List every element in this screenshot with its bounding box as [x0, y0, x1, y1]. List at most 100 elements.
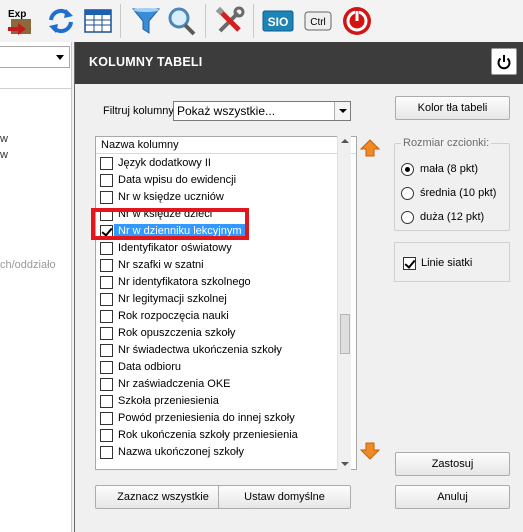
columns-dialog: KOLUMNY TABELI Filtruj kolumny: Pokaż ws… [74, 42, 523, 532]
background-dropdown[interactable] [0, 46, 70, 68]
column-label: Data odbioru [118, 361, 181, 373]
column-label: Nr w księdze uczniów [118, 191, 224, 203]
column-checkbox[interactable] [100, 259, 113, 272]
filter-label: Filtruj kolumny: [103, 105, 177, 117]
list-header: Nazwa kolumny [96, 137, 356, 154]
filter-button[interactable] [130, 5, 162, 37]
column-checkbox[interactable] [100, 327, 113, 340]
column-label: Nr legitymacji szkolnej [118, 293, 227, 305]
tools-button[interactable] [214, 5, 246, 37]
list-header-label: Nazwa kolumny [101, 139, 179, 151]
font-size-small-label: mała (8 pkt) [420, 163, 479, 175]
column-checkbox[interactable] [100, 174, 113, 187]
export-icon: Exp [8, 9, 31, 35]
column-list-item[interactable]: Nr szafki w szatni [98, 257, 338, 274]
export-button[interactable]: Exp [4, 5, 36, 37]
column-list-item[interactable]: Szkoła przeniesienia [98, 393, 338, 410]
column-checkbox[interactable] [100, 446, 113, 459]
column-list-item[interactable]: Nr w księdze dzieci [98, 206, 338, 223]
radio-small[interactable] [401, 163, 414, 176]
column-checkbox[interactable] [100, 310, 113, 323]
exit-button[interactable] [341, 5, 373, 37]
scroll-up-icon[interactable] [341, 139, 349, 143]
column-checkbox[interactable] [100, 361, 113, 374]
font-size-group-title: Rozmiar czcionki: [401, 137, 492, 149]
column-checkbox[interactable] [100, 412, 113, 425]
column-list-item[interactable]: Nr legitymacji szkolnej [98, 291, 338, 308]
column-checkbox[interactable] [100, 429, 113, 442]
column-label: Język dodatkowy II [118, 157, 211, 169]
column-list-scrollbar[interactable] [337, 136, 351, 470]
background-path: ch/oddziało [0, 259, 56, 271]
column-label: Nr szafki w szatni [118, 259, 204, 271]
gridlines-checkbox[interactable] [403, 257, 416, 270]
column-list-item[interactable]: Data odbioru [98, 359, 338, 376]
column-checkbox[interactable] [100, 242, 113, 255]
column-label: Nr świadectwa ukończenia szkoły [118, 344, 282, 356]
arrow-down-icon [360, 442, 380, 460]
column-label: Nr zaświadczenia OKE [118, 378, 231, 390]
export-label: Exp [8, 9, 26, 20]
move-down-button[interactable] [359, 440, 381, 462]
column-list-item[interactable]: Nazwa ukończonej szkoły [98, 444, 338, 461]
column-checkbox[interactable] [100, 378, 113, 391]
filter-icon [131, 8, 161, 34]
dialog-title: KOLUMNY TABELI [89, 55, 203, 69]
apply-button[interactable]: Zastosuj [395, 452, 510, 476]
sio-button[interactable]: SIO [262, 5, 294, 37]
column-label: Rok ukończenia szkoły przeniesienia [118, 429, 298, 441]
table-bg-color-button[interactable]: Kolor tła tabeli [395, 96, 510, 120]
column-label: Nr identyfikatora szkolnego [118, 276, 251, 288]
column-list-item[interactable]: Nr w dzienniku lekcyjnym [98, 223, 338, 240]
filter-dropdown[interactable]: Pokaż wszystkie... [173, 101, 351, 121]
column-label: Rok rozpoczęcia nauki [118, 310, 229, 322]
column-checkbox[interactable] [100, 395, 113, 408]
column-label: Identyfikator oświatowy [118, 242, 232, 254]
sio-label: SIO [268, 15, 289, 29]
refresh-button[interactable] [45, 5, 77, 37]
sio-icon: SIO [262, 10, 294, 32]
move-up-button[interactable] [359, 137, 381, 159]
select-all-button[interactable]: Zaznacz wszystkie [95, 485, 231, 509]
column-list-item[interactable]: Nr identyfikatora szkolnego [98, 274, 338, 291]
column-list-item[interactable]: Nr świadectwa ukończenia szkoły [98, 342, 338, 359]
column-list-item[interactable]: Język dodatkowy II [98, 155, 338, 172]
dialog-close-button[interactable] [491, 48, 517, 75]
radio-medium[interactable] [401, 187, 414, 200]
column-list: Nazwa kolumny Język dodatkowy II Data wpi… [95, 136, 357, 470]
table-button[interactable] [82, 5, 114, 37]
toolbar-separator [120, 4, 121, 38]
column-checkbox[interactable] [100, 344, 113, 357]
column-checkbox[interactable] [100, 208, 113, 221]
chevron-down-icon [334, 102, 350, 120]
table-icon [84, 9, 112, 33]
set-defaults-button[interactable]: Ustaw domyślne [218, 485, 351, 509]
filter-value: Pokaż wszystkie... [177, 104, 276, 118]
column-list-item[interactable]: Nr zaświadczenia OKE [98, 376, 338, 393]
scrollbar-thumb[interactable] [340, 314, 350, 354]
column-list-item[interactable]: Nr w księdze uczniów [98, 189, 338, 206]
column-checkbox[interactable] [100, 157, 113, 170]
column-label: Nr w księdze dzieci [118, 208, 213, 220]
column-list-item[interactable]: Rok opuszczenia szkoły [98, 325, 338, 342]
column-checkbox[interactable] [100, 293, 113, 306]
background-text: w [0, 149, 8, 161]
column-checkbox[interactable] [100, 276, 113, 289]
column-list-item[interactable]: Rok ukończenia szkoły przeniesienia [98, 427, 338, 444]
column-list-item[interactable]: Rok rozpoczęcia nauki [98, 308, 338, 325]
scroll-down-icon[interactable] [341, 462, 349, 466]
main-toolbar: Exp SIO Ctrl [0, 0, 523, 42]
arrow-up-icon [360, 139, 380, 157]
search-icon [168, 7, 196, 36]
column-list-item[interactable]: Powód przeniesienia do innej szkoły [98, 410, 338, 427]
background-divider [0, 88, 71, 89]
cancel-button[interactable]: Anuluj [395, 485, 510, 509]
radio-large[interactable] [401, 211, 414, 224]
column-checkbox[interactable] [100, 191, 113, 204]
column-list-item[interactable]: Data wpisu do ewidencji [98, 172, 338, 189]
column-checkbox[interactable] [100, 225, 113, 238]
column-list-item[interactable]: Identyfikator oświatowy [98, 240, 338, 257]
font-size-group: Rozmiar czcionki: mała (8 pkt) średnia (… [394, 137, 510, 231]
search-button[interactable] [166, 5, 198, 37]
ctrl-button[interactable]: Ctrl [302, 5, 334, 37]
